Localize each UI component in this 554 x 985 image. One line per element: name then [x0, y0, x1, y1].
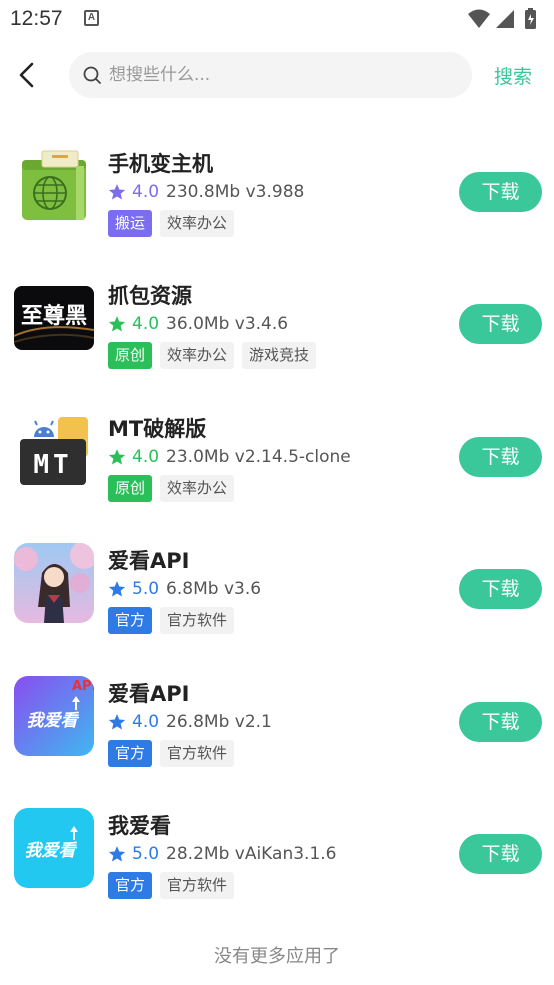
- app-rating: 4.0: [132, 182, 160, 202]
- app-meta: 4.0 230.8Mb v3.988: [108, 182, 304, 202]
- app-version: v2.14.5-clone: [234, 446, 351, 467]
- tag-category: 官方软件: [160, 739, 235, 767]
- star-icon: [108, 184, 126, 200]
- app-size: 28.2Mb: [166, 843, 230, 864]
- app-version: v3.6: [223, 579, 262, 600]
- tag-category: 效率办公: [160, 474, 235, 502]
- tag-category: 官方软件: [160, 871, 235, 899]
- star-icon: [108, 581, 126, 597]
- app-rating: 5.0: [132, 579, 160, 600]
- list-item[interactable]: MT MT破解版 4.0 23.0Mb v2.14.5-clone 原创 效率办…: [0, 391, 554, 523]
- list-item[interactable]: 至尊黑 抓包资源 4.0 36.0Mb v3.4.6 原创 效率办公 游戏竞技 …: [0, 258, 554, 390]
- app-name: 爱看API: [108, 549, 190, 574]
- app-rating: 4.0: [132, 446, 160, 467]
- app-name: 我爱看: [108, 813, 171, 838]
- system-status-icons: [468, 8, 536, 29]
- app-size: 36.0Mb: [166, 314, 230, 335]
- folder-globe-icon: [14, 146, 94, 226]
- app-size: 230.8Mb: [166, 182, 241, 202]
- tag-badge: 官方: [108, 607, 153, 635]
- search-box[interactable]: [69, 52, 472, 98]
- download-button[interactable]: 下载: [459, 172, 542, 212]
- icon-text: 我爱看: [27, 711, 80, 731]
- app-meta: 4.0 23.0Mb v2.14.5-clone: [108, 447, 351, 467]
- download-button[interactable]: 下载: [459, 833, 542, 874]
- app-version: v3.4.6: [234, 314, 289, 335]
- woaikan-cyan-icon: 我爱看: [14, 807, 94, 888]
- star-icon: [108, 448, 126, 465]
- app-size: 23.0Mb: [166, 446, 230, 467]
- app-version: v3.988: [245, 182, 305, 202]
- no-more-apps-text: 没有更多应用了: [214, 946, 340, 967]
- mt-manager-icon: MT: [14, 410, 94, 491]
- star-icon: [108, 846, 126, 862]
- star-icon: [108, 713, 126, 730]
- download-button[interactable]: 下载: [459, 569, 542, 610]
- icon-badge: API: [72, 679, 94, 694]
- list-item[interactable]: 手机变主机 4.0 230.8Mb v3.988 搬运 效率办公 下载: [0, 126, 554, 258]
- app-meta: 4.0 26.8Mb v2.1: [108, 712, 272, 732]
- icon-text: 我爱看: [25, 841, 78, 861]
- tag-badge: 原创: [108, 342, 153, 370]
- app-tags: 原创 效率办公: [108, 474, 242, 502]
- download-button[interactable]: 下载: [459, 304, 542, 345]
- back-icon[interactable]: [12, 60, 42, 90]
- app-size: 6.8Mb: [166, 579, 219, 600]
- app-rating: 4.0: [132, 711, 160, 732]
- app-version: vAiKan3.1.6: [234, 843, 337, 864]
- app-tags: 官方 官方软件: [108, 871, 242, 899]
- app-rating: 4.0: [132, 314, 160, 335]
- icon-text: MT: [33, 450, 72, 480]
- anime-girl-icon: [14, 543, 94, 624]
- dark-banner-icon: 至尊黑: [14, 278, 94, 359]
- app-version: v2.1: [234, 711, 272, 732]
- signal-icon: [496, 10, 514, 28]
- app-name: 手机变主机: [108, 152, 213, 176]
- download-button[interactable]: 下载: [459, 701, 542, 742]
- tag-category: 官方软件: [160, 607, 235, 635]
- search-input[interactable]: [109, 52, 449, 98]
- search-button[interactable]: 搜索: [494, 62, 532, 89]
- app-meta: 4.0 36.0Mb v3.4.6: [108, 314, 288, 334]
- tag-badge: 搬运: [108, 210, 153, 237]
- tag-category: 游戏竞技: [242, 342, 317, 370]
- list-item[interactable]: API 我爱看 爱看API 4.0 26.8Mb v2.1 官方 官方软件 下载: [0, 656, 554, 788]
- app-meta: 5.0 6.8Mb v3.6: [108, 579, 261, 599]
- tag-badge: 官方: [108, 739, 153, 767]
- list-item[interactable]: 我爱看 我爱看 5.0 28.2Mb vAiKan3.1.6 官方 官方软件 下…: [0, 788, 554, 920]
- tag-category: 效率办公: [160, 210, 235, 237]
- woaikan-purple-icon: API 我爱看: [14, 675, 94, 756]
- app-name: 抓包资源: [108, 284, 192, 309]
- list-item[interactable]: 爱看API 5.0 6.8Mb v3.6 官方 官方软件 下载: [0, 523, 554, 655]
- icon-text: 至尊黑: [21, 303, 87, 329]
- app-name: MT破解版: [108, 416, 207, 441]
- app-tags: 搬运 效率办公: [108, 210, 242, 237]
- tag-badge: 原创: [108, 474, 153, 502]
- status-bar: 12:57 A: [0, 0, 554, 38]
- tag-category: 效率办公: [160, 342, 235, 370]
- wifi-icon: [468, 9, 490, 28]
- app-tags: 官方 官方软件: [108, 739, 242, 767]
- search-icon: [83, 66, 101, 84]
- app-tags: 官方 官方软件: [108, 607, 242, 635]
- star-icon: [108, 316, 126, 332]
- app-size: 26.8Mb: [166, 711, 230, 732]
- tag-badge: 官方: [108, 871, 153, 899]
- app-list: 手机变主机 4.0 230.8Mb v3.988 搬运 效率办公 下载 至尊黑 …: [0, 126, 554, 920]
- app-rating: 5.0: [132, 843, 160, 864]
- app-meta: 5.0 28.2Mb vAiKan3.1.6: [108, 844, 336, 864]
- notification-icon: A: [84, 10, 99, 26]
- app-tags: 原创 效率办公 游戏竞技: [108, 342, 324, 370]
- app-name: 爱看API: [108, 681, 190, 706]
- status-time: 12:57: [10, 7, 63, 30]
- download-button[interactable]: 下载: [459, 436, 542, 477]
- battery-icon: [525, 8, 536, 29]
